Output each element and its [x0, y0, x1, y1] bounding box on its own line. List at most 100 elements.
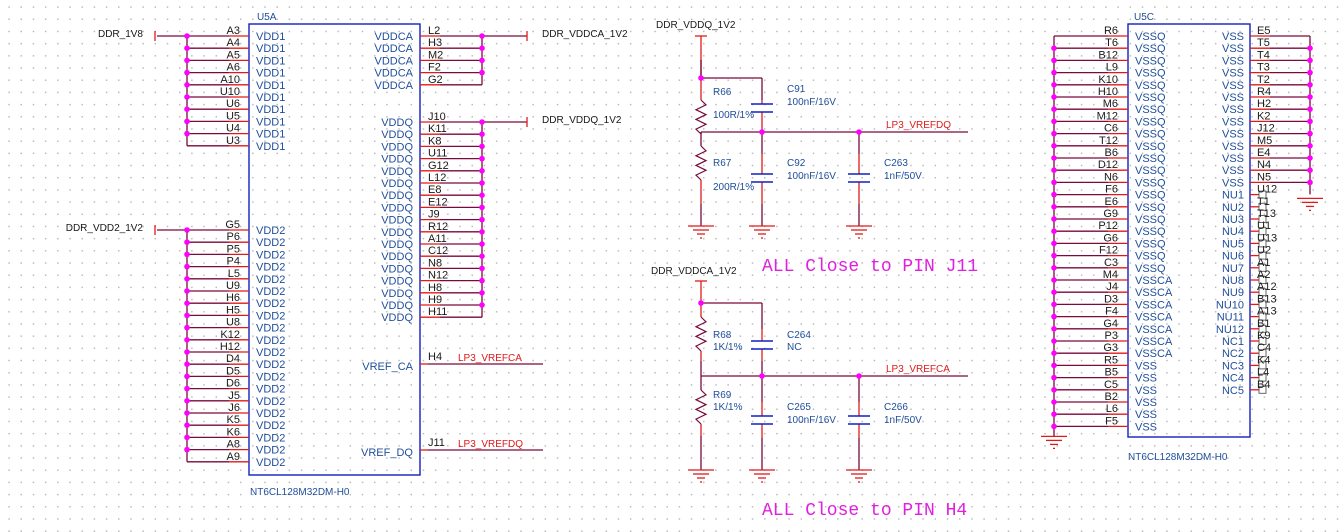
junction-dot [698, 75, 704, 81]
pin-name: VDDQ [381, 129, 413, 141]
pin-name: VDD2 [256, 237, 285, 249]
pin-name: VDD2 [256, 359, 285, 371]
junction-dot [184, 422, 190, 429]
pin-name: VDD2 [256, 457, 285, 469]
pin-number: H5 [226, 304, 240, 316]
junction-dot [1051, 362, 1057, 369]
pin-number: N5 [1257, 171, 1271, 183]
pin-name: VSS [1135, 360, 1157, 372]
pin-number: B13 [1257, 293, 1277, 305]
junction-dot [1051, 167, 1057, 173]
pin-name: VSSQ [1135, 104, 1166, 116]
pin-name: VSSQ [1135, 214, 1166, 226]
junction-dot [184, 69, 190, 76]
junction-dot [1307, 69, 1313, 76]
junction-dot [1051, 289, 1057, 296]
junction-dot [479, 192, 485, 198]
pin-name: VDD2 [256, 335, 285, 347]
resistor-ref: R69 [713, 390, 732, 401]
pin-number: P4 [227, 256, 240, 268]
junction-dot [1307, 167, 1313, 173]
pin-name: VSSQ [1135, 80, 1166, 92]
pin-number: K12 [220, 329, 240, 341]
pin-name: NU11 [1217, 312, 1244, 324]
pin-name: VDD1 [256, 43, 285, 55]
pin-number: T3 [1257, 62, 1270, 74]
pin-number: A12 [1257, 281, 1277, 293]
resistor-r67 [694, 145, 708, 181]
pin-number: A11 [428, 233, 447, 245]
ground-symbol [1297, 197, 1323, 212]
junction-dot [1051, 216, 1057, 222]
pin-name: VSSQ [1135, 68, 1166, 80]
junction-dot [479, 277, 485, 284]
pin-number: K10 [1098, 74, 1118, 86]
junction-dot [479, 290, 485, 296]
pin-name: VDDQ [381, 276, 413, 288]
pin-number: U9 [226, 280, 240, 292]
junction-dot [184, 94, 190, 100]
junction-dot [1307, 155, 1313, 161]
junction-dot [184, 324, 190, 331]
pin-name: VSS [1222, 80, 1244, 92]
pin-number: F4 [1105, 306, 1118, 318]
junction-dot [184, 361, 190, 368]
junction-dot [184, 33, 190, 39]
pin-name: VSS [1135, 409, 1157, 421]
pin-name: NU7 [1222, 263, 1244, 275]
pin-name: NU1 [1222, 190, 1244, 202]
junction-dot [759, 129, 765, 135]
junction-dot [184, 263, 190, 270]
pin-name: VDD1 [256, 80, 285, 92]
pin-name: VDD2 [256, 420, 285, 432]
junction-dot [184, 312, 190, 319]
junction-dot [479, 229, 485, 235]
supply-net-label: DDR_VDDCA_1V2 [651, 266, 737, 277]
pin-number: A9 [227, 451, 240, 463]
ground-symbol [846, 469, 872, 483]
pin-name: VDD2 [256, 225, 285, 237]
junction-dot [184, 300, 190, 307]
pin-name: VSSQ [1135, 251, 1166, 263]
pin-number: C12 [428, 245, 448, 257]
pin-number: J9 [428, 209, 440, 221]
pin-number: B6 [1105, 147, 1118, 159]
junction-dot [1051, 350, 1057, 357]
junction-dot [479, 155, 485, 162]
capacitor-c264 [751, 340, 773, 350]
junction-dot [1307, 130, 1313, 137]
capacitor-value: 100nF/16V [787, 97, 836, 108]
pin-name: VDD2 [256, 408, 285, 420]
capacitor-value: 100nF/16V [787, 415, 836, 426]
junction-dot [184, 349, 190, 355]
pin-number: U10 [220, 86, 240, 98]
pin-name: VDDCA [374, 55, 413, 67]
pin-name: VSSCA [1135, 312, 1173, 324]
pin-number: J5 [228, 390, 240, 402]
pin-number: T4 [1257, 49, 1270, 61]
junction-dot [1051, 423, 1057, 430]
pin-name: VSS [1222, 43, 1244, 55]
junction-dot [479, 168, 485, 174]
pin-name: VSSQ [1135, 263, 1166, 275]
pin-number: F12 [1099, 245, 1118, 257]
junction-dot [1051, 179, 1057, 186]
u5a-part-number: NT6CL128M32DM-H0 [250, 487, 350, 498]
pin-name: VDD1 [256, 141, 285, 153]
junction-dot [184, 227, 190, 233]
resistor-r68 [694, 316, 708, 352]
pin-number: P6 [227, 231, 240, 243]
junction-dot [479, 143, 485, 150]
junction-dot [1051, 411, 1057, 418]
junction-dot [184, 82, 190, 88]
pin-number: A6 [227, 62, 240, 74]
pin-number: E8 [428, 184, 441, 196]
pin-name: VSS [1222, 31, 1244, 43]
pin-name: VDDQ [381, 117, 413, 129]
pin-number: U12 [1257, 184, 1277, 196]
pin-number: M6 [1103, 98, 1118, 110]
resistor-r66 [694, 99, 708, 135]
resistor-body [694, 389, 708, 425]
pin-name: VSS [1135, 373, 1157, 385]
junction-dot [856, 129, 862, 135]
